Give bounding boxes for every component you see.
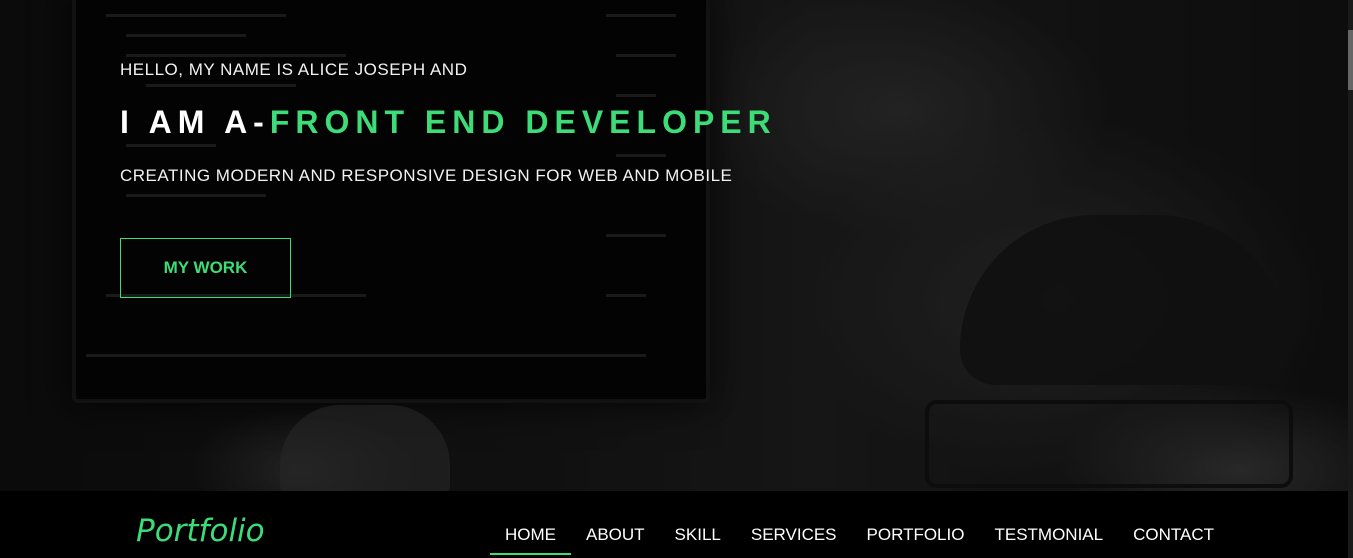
page-scrollbar[interactable] — [1348, 0, 1353, 558]
nav-link-contact[interactable]: CONTACT — [1118, 523, 1229, 555]
navbar: Portfolio HOME ABOUT SKILL SERVICES PORT… — [0, 491, 1353, 558]
nav-item-services: SERVICES — [736, 523, 852, 555]
headline-prefix: I AM A- — [120, 104, 270, 140]
headline-role: FRONT END DEVELOPER — [269, 104, 777, 140]
nav-item-testmonial: TESTMONIAL — [979, 523, 1118, 555]
scrollbar-thumb[interactable] — [1348, 30, 1353, 90]
nav-item-about: ABOUT — [571, 523, 660, 555]
nav-item-portfolio: PORTFOLIO — [852, 523, 980, 555]
hero-headline: I AM A-FRONT END DEVELOPER — [120, 104, 777, 141]
my-work-button[interactable]: MY WORK — [120, 238, 291, 298]
nav-link-skill[interactable]: SKILL — [660, 523, 736, 555]
hero-intro: HELLO, MY NAME IS ALICE JOSEPH AND — [120, 60, 468, 79]
nav-link-services[interactable]: SERVICES — [736, 523, 852, 555]
nav-menu: HOME ABOUT SKILL SERVICES PORTFOLIO TEST… — [489, 523, 1229, 555]
nav-link-testmonial[interactable]: TESTMONIAL — [979, 523, 1118, 555]
nav-link-about[interactable]: ABOUT — [571, 523, 660, 555]
brand-logo[interactable]: Portfolio — [136, 513, 265, 549]
hero-tagline: CREATING MODERN AND RESPONSIVE DESIGN FO… — [120, 166, 733, 185]
nav-link-home[interactable]: HOME — [489, 523, 571, 555]
nav-item-skill: SKILL — [660, 523, 736, 555]
nav-link-portfolio[interactable]: PORTFOLIO — [852, 523, 980, 555]
nav-item-home: HOME — [489, 523, 571, 555]
nav-item-contact: CONTACT — [1118, 523, 1229, 555]
hero-section: HELLO, MY NAME IS ALICE JOSEPH AND I AM … — [0, 0, 1353, 491]
